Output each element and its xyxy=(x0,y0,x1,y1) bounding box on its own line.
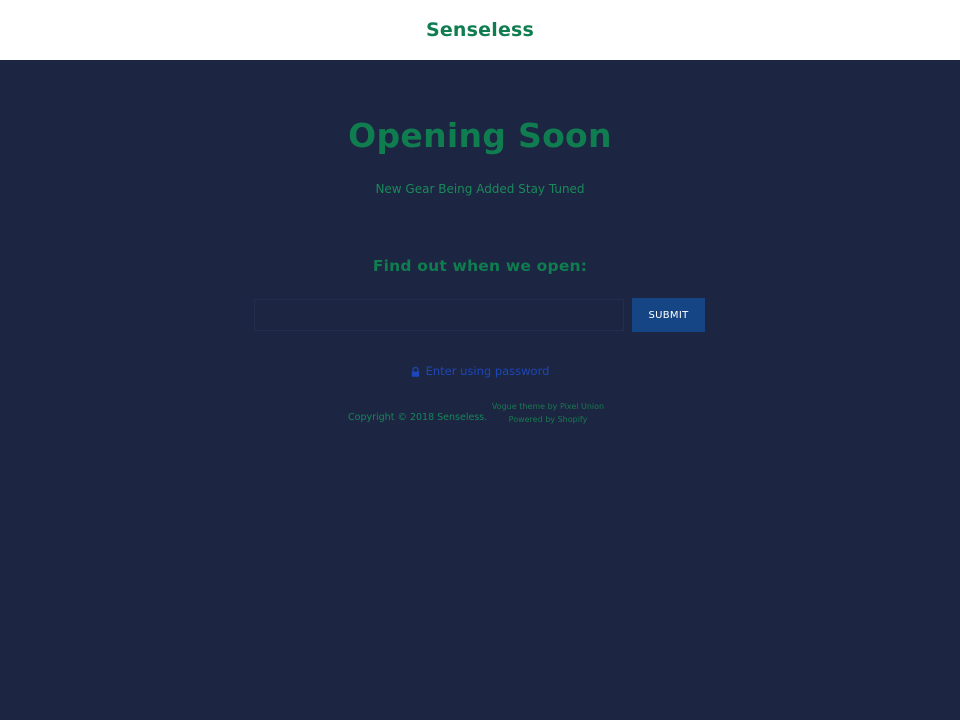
footer-copyright: Copyright © 2018 Senseless. xyxy=(348,412,488,423)
brand-name[interactable]: Senseless xyxy=(426,19,534,41)
submit-button[interactable]: SUBMIT xyxy=(632,298,705,332)
powered-by-link[interactable]: Powered by Shopify xyxy=(488,413,608,426)
signup-heading: Find out when we open: xyxy=(372,257,588,275)
main-content: Opening Soon New Gear Being Added Stay T… xyxy=(0,60,960,720)
page-subtitle: New Gear Being Added Stay Tuned xyxy=(375,182,585,196)
enter-password-label: Enter using password xyxy=(425,364,550,378)
site-header: Senseless xyxy=(0,0,960,60)
page-title: Opening Soon xyxy=(348,116,612,155)
enter-password-link[interactable]: Enter using password xyxy=(0,364,960,378)
email-input[interactable] xyxy=(254,299,624,331)
theme-credit-link[interactable]: Vogue theme by Pixel Union xyxy=(488,400,608,413)
lock-icon xyxy=(411,366,420,377)
footer-credits: Vogue theme by Pixel Union Powered by Sh… xyxy=(488,400,608,426)
